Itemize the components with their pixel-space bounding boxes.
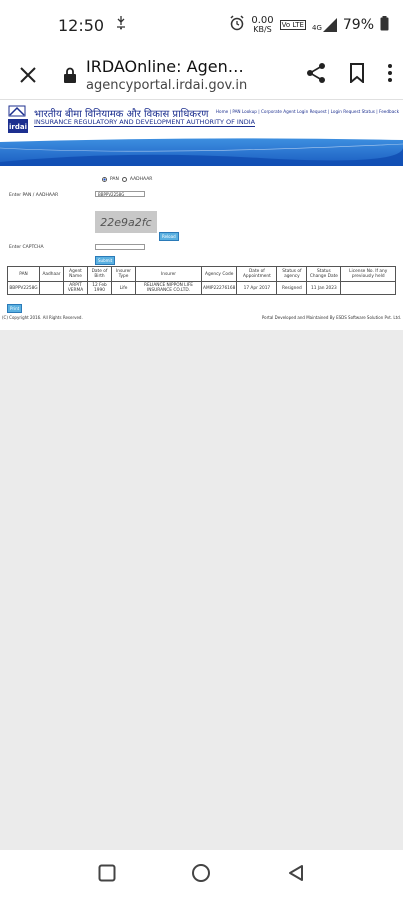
battery-percent: 79%	[342, 17, 374, 33]
radio-aadhaar[interactable]	[121, 177, 127, 182]
col-dob: Date of Birth	[87, 266, 112, 282]
header-wave-graphic	[0, 138, 403, 166]
col-agent-name: Agent Name	[63, 266, 88, 282]
col-aadhaar: Aadhaar	[39, 266, 64, 282]
status-bar: 12:50 0.00 KB/S Vo LTE 4G 79%	[0, 0, 403, 50]
web-content: irdai भारतीय बीमा विनियामक और विकास प्रा…	[0, 100, 403, 850]
page-title: IRDAOnline: Agen…	[86, 56, 244, 76]
clock: 12:50	[58, 15, 105, 35]
radio-pan[interactable]	[102, 177, 107, 182]
col-insurer: Insurer	[135, 266, 202, 282]
signal-icon: 4G	[312, 18, 337, 32]
cell-status: Resigned	[276, 281, 308, 295]
col-license-no: License No. If any previously held	[340, 266, 396, 282]
cell-pan: BBPPV2258G	[7, 281, 40, 295]
id-type-radio-group: PAN AADHAAR	[102, 177, 152, 182]
cell-agency-code: AMIP22276168	[200, 281, 238, 295]
net-speed: 0.00 KB/S	[251, 16, 273, 34]
more-options-icon[interactable]	[387, 63, 393, 87]
captcha-input[interactable]	[95, 244, 145, 250]
table-row: BBPPV2258G ARPIT VERMA 12 Feb 1990 Life …	[7, 281, 396, 295]
page-url: agencyportal.irdai.gov.in	[86, 77, 248, 93]
home-icon[interactable]	[191, 863, 211, 887]
cell-insurer-type: Life	[111, 281, 136, 295]
network-type: 4G	[311, 24, 322, 32]
share-icon[interactable]	[305, 62, 327, 88]
footer-maintained-by: Portal Developed and Maintained By ESDS …	[261, 315, 401, 320]
radio-aadhaar-label: AADHAAR	[129, 177, 153, 182]
site-name-english: INSURANCE REGULATORY AND DEVELOPMENT AUT…	[34, 118, 256, 127]
system-navigation-bar	[0, 850, 403, 900]
url-area[interactable]: IRDAOnline: Agen… agencyportal.irdai.gov…	[86, 57, 297, 93]
cell-appointment-date: 17 Apr 2017	[236, 281, 278, 295]
submit-button[interactable]: Submit	[95, 256, 116, 265]
top-navigation[interactable]: Home | PAN Lookup | Corporate Agent Logi…	[216, 109, 399, 114]
col-pan: PAN	[7, 266, 40, 282]
cell-status-change-date: 11 Jan 2023	[306, 281, 342, 295]
portal-page: irdai भारतीय बीमा विनियामक और विकास प्रा…	[0, 100, 403, 330]
alarm-icon	[229, 15, 245, 35]
agent-details-table: PAN Aadhaar Agent Name Date of Birth Ins…	[7, 266, 396, 295]
svg-text:irdai: irdai	[9, 123, 27, 131]
cell-insurer: RELIANCE NIPPON LIFE INSURANCE CO.LTD.	[135, 281, 202, 295]
captcha-image: 22e9a2fc	[95, 211, 157, 233]
lookup-form: PAN AADHAAR Enter PAN / AADHAAR BBPPV225…	[0, 166, 403, 336]
site-header: irdai भारतीय बीमा विनियामक और विकास प्रा…	[0, 100, 403, 166]
reload-captcha-button[interactable]: Reload	[159, 232, 179, 241]
cell-agent-name: ARPIT VERMA	[63, 281, 88, 295]
cell-license-no	[340, 281, 396, 295]
col-status: Status of agency	[276, 266, 308, 282]
col-status-change-date: Status Change Date	[306, 266, 342, 282]
battery-icon	[380, 15, 389, 35]
net-speed-unit: KB/S	[253, 25, 272, 34]
volte-badge: Vo LTE	[279, 20, 306, 30]
radio-pan-label: PAN	[110, 177, 119, 182]
pan-label: Enter PAN / AADHAAR	[9, 193, 59, 198]
col-agency-code: Agency Code	[200, 266, 238, 282]
cell-dob: 12 Feb 1990	[87, 281, 112, 295]
table-header-row: PAN Aadhaar Agent Name Date of Birth Ins…	[7, 266, 396, 282]
lock-icon	[64, 67, 76, 83]
recent-apps-icon[interactable]	[98, 864, 116, 886]
print-button[interactable]: Print	[7, 304, 23, 313]
pan-input[interactable]: BBPPV2258G	[95, 191, 145, 197]
cell-aadhaar	[39, 281, 64, 295]
col-appointment-date: Date of Appointment	[236, 266, 278, 282]
back-icon[interactable]	[287, 864, 305, 886]
footer-copyright: (C) Copyright 2016. All Rights Reserved.	[2, 315, 83, 320]
captcha-label: Enter CAPTCHA	[9, 245, 44, 250]
col-insurer-type: Insurer Type	[111, 266, 136, 282]
notification-icon	[116, 16, 126, 34]
bookmark-icon[interactable]	[349, 62, 365, 87]
browser-toolbar: IRDAOnline: Agen… agencyportal.irdai.gov…	[0, 50, 403, 100]
irdai-logo: irdai	[8, 105, 28, 133]
close-icon[interactable]	[10, 57, 46, 93]
